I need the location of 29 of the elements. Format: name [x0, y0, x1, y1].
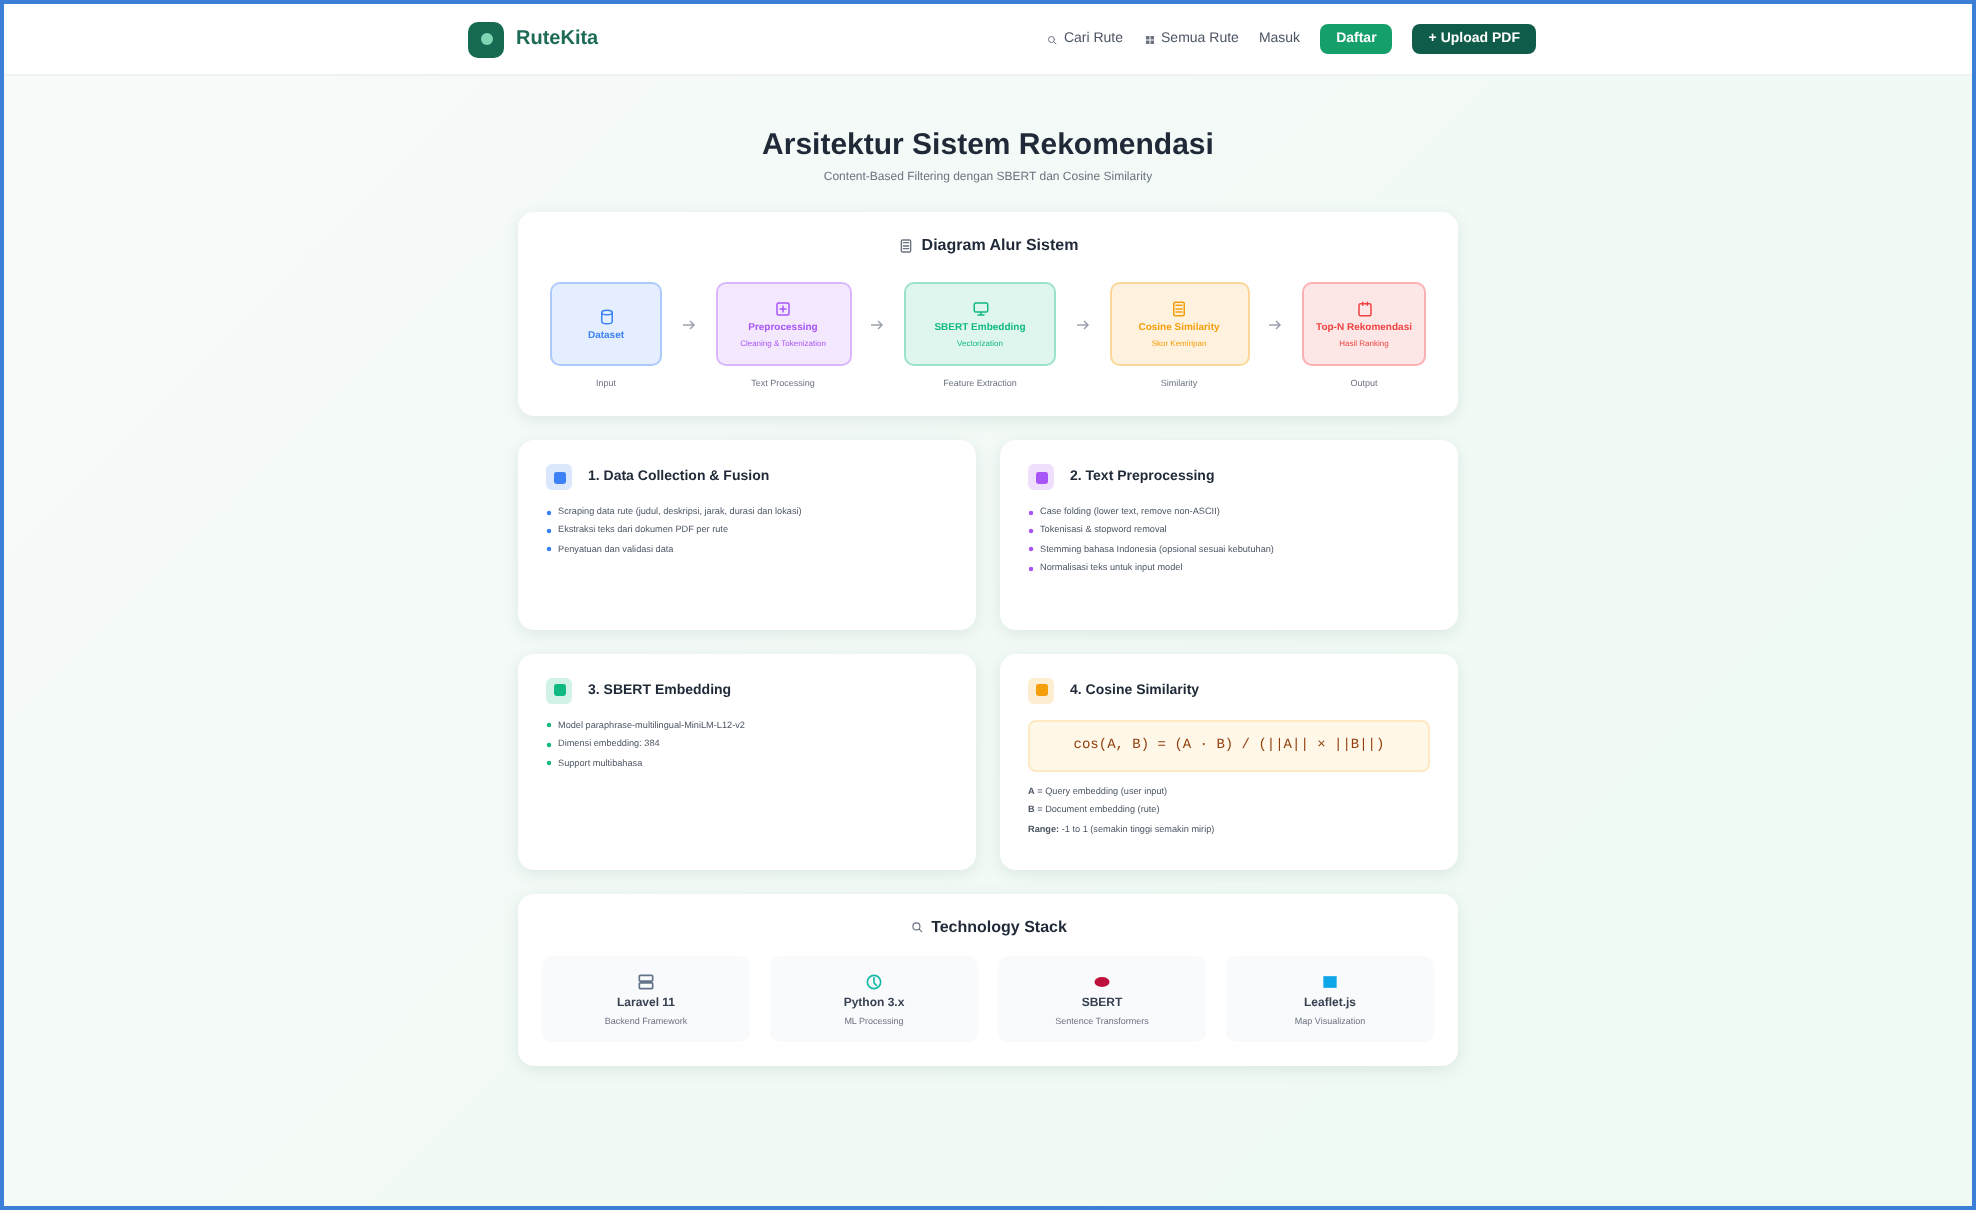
arrow-icon	[1075, 320, 1090, 330]
bullet-icon	[546, 546, 552, 553]
bullet-icon	[546, 760, 552, 767]
bullet-icon	[1028, 546, 1034, 553]
arrow-icon	[681, 320, 696, 330]
bullet-icon	[546, 509, 552, 515]
monitor-icon	[971, 300, 989, 318]
arrow-icon	[870, 320, 885, 330]
page-title: Arsitektur Sistem Rekomendasi	[762, 128, 1214, 162]
bullet-icon	[546, 722, 552, 729]
logo-icon	[468, 21, 504, 57]
arrow-icon	[1268, 320, 1283, 330]
square-icon	[774, 300, 792, 318]
card-title: Technology Stack	[931, 917, 1067, 936]
bullet-icon	[1028, 509, 1034, 515]
card-title: Diagram Alur Sistem	[921, 236, 1079, 254]
grid-icon	[1143, 33, 1156, 45]
ellipse-icon	[1092, 971, 1112, 992]
clock-icon	[864, 971, 884, 992]
bullet-icon	[546, 741, 552, 748]
search-icon	[1045, 33, 1058, 45]
bullet-icon	[1028, 527, 1034, 534]
document-icon	[1170, 300, 1188, 318]
database-icon	[597, 307, 615, 325]
bullet-icon	[546, 527, 552, 534]
bullet-icon	[1028, 565, 1034, 572]
map-icon	[1320, 971, 1340, 992]
server-icon	[636, 971, 656, 992]
brand-name[interactable]: RuteKita	[516, 28, 599, 50]
